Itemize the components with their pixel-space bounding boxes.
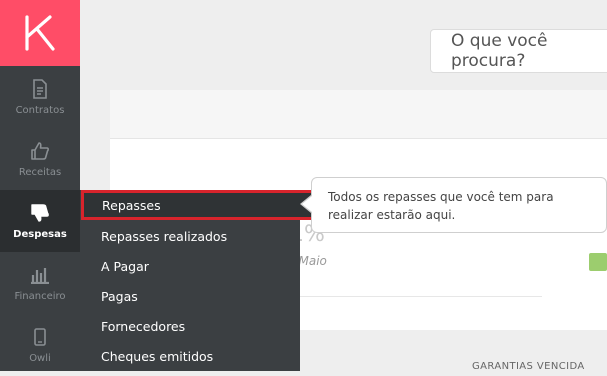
- status-indicator: [589, 253, 607, 271]
- search-input[interactable]: O que você procura?: [430, 29, 607, 73]
- despesas-submenu: Repasses Repasses realizados A Pagar Pag…: [80, 190, 378, 371]
- tooltip-arrow-inner: [302, 196, 312, 212]
- bar-chart-icon: [29, 264, 51, 286]
- sidebar-item-financeiro[interactable]: Financeiro: [0, 252, 80, 314]
- search-placeholder: O que você procura?: [451, 31, 548, 71]
- thumbs-up-icon: [29, 140, 51, 162]
- sidebar: Contratos Receitas Despesas Financeiro O…: [0, 0, 80, 371]
- card-header: [110, 90, 607, 139]
- submenu-item-pagas[interactable]: Pagas: [80, 281, 300, 311]
- sidebar-item-receitas[interactable]: Receitas: [0, 128, 80, 190]
- sidebar-item-despesas[interactable]: Despesas: [0, 190, 80, 252]
- logo[interactable]: [0, 0, 80, 66]
- document-icon: [29, 78, 51, 100]
- phone-icon: [29, 326, 51, 348]
- section-heading: GARANTIAS VENCIDA: [472, 361, 585, 372]
- onboarding-tooltip: Todos os repasses que você tem para real…: [311, 177, 607, 233]
- thumbs-down-icon: [29, 202, 51, 224]
- submenu-item-a-pagar[interactable]: A Pagar: [80, 251, 300, 281]
- sidebar-item-label: Despesas: [13, 229, 67, 240]
- submenu-item-fornecedores[interactable]: Fornecedores: [80, 311, 300, 341]
- sidebar-item-owli[interactable]: Owli: [0, 314, 80, 376]
- sidebar-item-label: Contratos: [15, 105, 65, 116]
- submenu-item-cheques-emitidos[interactable]: Cheques emitidos: [80, 341, 300, 371]
- sidebar-item-label: Financeiro: [14, 291, 66, 302]
- sidebar-item-contratos[interactable]: Contratos: [0, 66, 80, 128]
- submenu-item-repasses-realizados[interactable]: Repasses realizados: [80, 221, 300, 251]
- divider: [280, 296, 542, 297]
- sidebar-item-label: Receitas: [18, 167, 62, 178]
- sidebar-item-label: Owli: [29, 353, 51, 364]
- k-logo-icon: [25, 15, 55, 51]
